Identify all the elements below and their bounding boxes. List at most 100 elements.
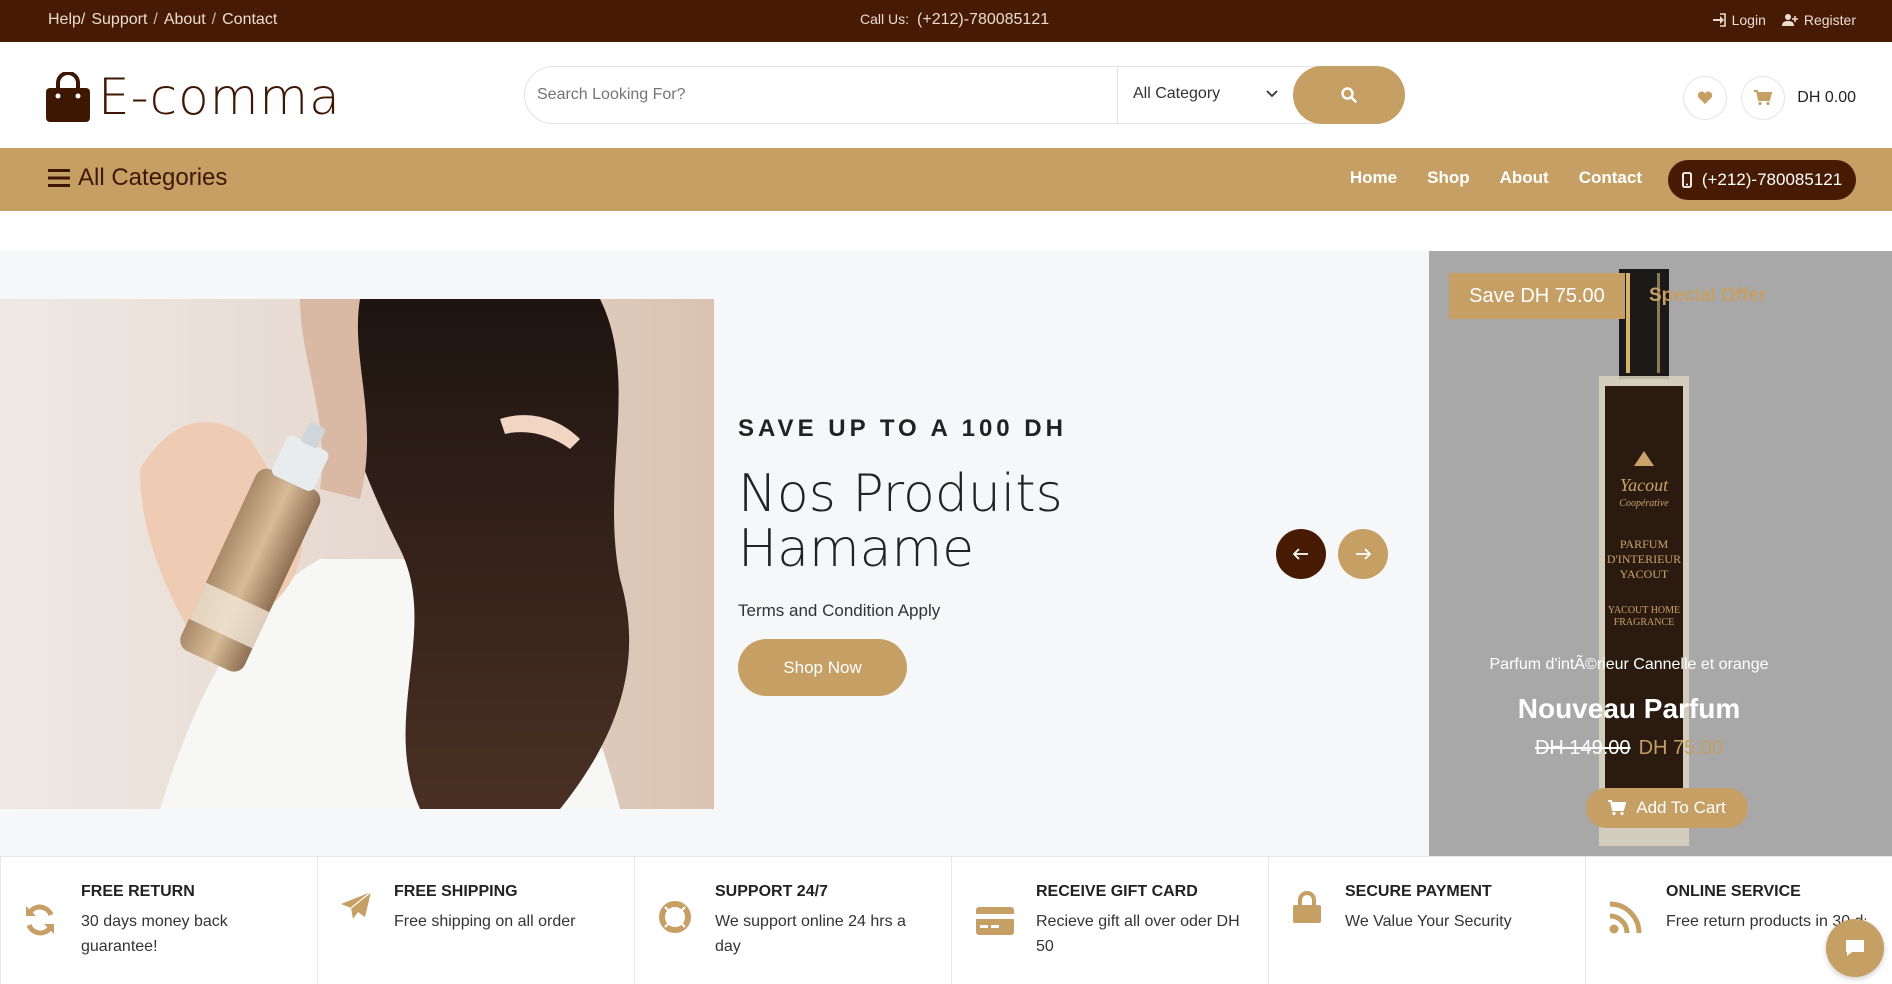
arrow-left-icon [1293,548,1308,560]
slider-prev-button[interactable] [1276,529,1326,579]
bottle-brand: Yacout [1620,475,1669,495]
feature-title: ONLINE SERVICE [1666,883,1801,900]
logo-text: E-comma [98,68,341,126]
product-prices: DH 149.00 DH 75.00 [1429,737,1829,760]
bottle-line-5: FRAGRANCE [1614,617,1675,628]
special-offer-card: Yacout Coopérative PARFUM D'INTERIEUR YA… [1429,251,1892,856]
all-categories-label: All Categories [78,164,228,191]
save-badge: Save DH 75.00 [1449,273,1625,319]
header-actions: DH 0.00 [1683,76,1856,120]
site-header: E-comma All Category DH 0.00 [0,42,1892,148]
register-link[interactable]: Register [1781,12,1856,28]
chat-icon [1846,940,1864,956]
nav-about[interactable]: About [1500,168,1549,188]
special-offer-label: Special Offer [1649,285,1767,306]
arrow-right-icon [1356,548,1371,560]
feature-item: SECURE PAYMENT We Value Your Security [1268,856,1585,984]
separator: / [211,11,217,28]
search-input[interactable] [525,67,1117,123]
feature-desc: Recieve gift all over oder DH 50 [1036,913,1240,955]
top-bar: Help/ Support / About / Contact Call Us:… [0,0,1892,42]
top-links: Help/ Support / About / Contact [48,11,277,29]
logo[interactable]: E-comma [46,68,341,126]
feature-desc: We Value Your Security [1345,913,1512,930]
feature-title: SECURE PAYMENT [1345,883,1492,900]
divider [1117,67,1118,123]
bottle-line-3: YACOUT [1620,567,1669,581]
product-name[interactable]: Parfum d'intÃ©rieur Cannelle et orange [1429,656,1829,674]
contact-link[interactable]: Contact [222,11,277,29]
cart-button[interactable] [1741,76,1786,120]
phone-button[interactable]: (+212)-780085121 [1668,160,1856,200]
chevron-down-icon[interactable] [1265,87,1279,101]
about-link[interactable]: About [164,11,206,29]
login-label: Login [1731,12,1766,28]
hero-slider: SAVE UP TO A 100 DH Nos Produits Hamame … [0,251,1429,856]
wishlist-button[interactable] [1683,76,1728,120]
shop-now-button[interactable]: Shop Now [738,639,907,696]
bottle-line-1: PARFUM [1620,537,1669,551]
features-strip: FREE RETURN 30 days money back guarantee… [0,856,1892,984]
feature-title: FREE RETURN [81,883,195,900]
paper-plane-icon [341,891,372,919]
search-button[interactable] [1293,66,1405,124]
hero-title: Nos Produits Hamame [738,464,1063,579]
call-us: Call Us: (+212)-780085121 [860,11,1049,29]
menu-icon [48,169,70,187]
nav-shop[interactable]: Shop [1427,168,1470,188]
lock-icon [1293,891,1321,923]
bottle-brand-sub: Coopérative [1619,498,1669,509]
shopping-bag-icon [46,72,90,122]
feature-desc: We support online 24 hrs a day [715,913,906,955]
feature-title: RECEIVE GIFT CARD [1036,883,1198,900]
auth-links: Login Register [1712,12,1856,28]
feature-item: SUPPORT 24/7 We support online 24 hrs a … [634,856,951,984]
slider-next-button[interactable] [1338,529,1388,579]
bottle-line-4: YACOUT HOME [1608,605,1680,616]
search-bar: All Category [524,66,1405,124]
heart-icon [1698,91,1713,104]
product-title[interactable]: Nouveau Parfum [1429,693,1829,725]
search-icon [1341,87,1357,103]
main-nav: All Categories Home Shop About Contact (… [0,148,1892,211]
refresh-icon [26,904,54,936]
all-categories-toggle[interactable]: All Categories [48,164,227,192]
user-plus-icon [1781,14,1798,26]
cart-icon [1754,90,1773,106]
bottle-line-2: D'INTERIEUR [1607,552,1681,566]
feature-desc: Free shipping on all order [394,913,576,930]
old-price: DH 149.00 [1534,737,1631,759]
rss-icon [1609,901,1642,934]
call-label: Call Us: [860,11,910,27]
hero-terms: Terms and Condition Apply [738,601,941,620]
help-link[interactable]: Help/ [48,11,85,29]
call-number[interactable]: (+212)-780085121 [917,11,1049,29]
new-price: DH 75.00 [1638,737,1724,759]
feature-item: FREE SHIPPING Free shipping on all order [317,856,634,984]
login-link[interactable]: Login [1712,12,1766,28]
mobile-phone-icon [1681,172,1692,188]
cart-icon [1608,800,1627,816]
nav-contact[interactable]: Contact [1579,168,1642,188]
sign-in-icon [1712,13,1726,27]
category-select[interactable]: All Category [1133,85,1220,103]
feature-title: FREE SHIPPING [394,883,518,900]
feature-item: FREE RETURN 30 days money back guarantee… [0,856,317,984]
feature-desc: 30 days money back guarantee! [81,913,228,955]
phone-number: (+212)-780085121 [1701,170,1843,189]
lifebuoy-icon [659,901,691,933]
feature-item: RECEIVE GIFT CARD Recieve gift all over … [951,856,1268,984]
nav-home[interactable]: Home [1350,168,1397,188]
register-label: Register [1803,12,1856,28]
nav-menu: Home Shop About Contact [1350,168,1642,188]
hero-kicker: SAVE UP TO A 100 DH [738,415,1067,442]
credit-card-icon [976,907,1014,935]
chat-button[interactable] [1826,919,1884,977]
feature-title: SUPPORT 24/7 [715,883,828,900]
cart-total[interactable]: DH 0.00 [1797,89,1856,107]
add-to-cart-button[interactable]: Add To Cart [1586,788,1748,828]
product-bottle-image: Yacout Coopérative PARFUM D'INTERIEUR YA… [1599,269,1689,846]
separator: / [153,11,158,28]
support-link[interactable]: Support [91,11,147,29]
hero-image [0,299,714,809]
